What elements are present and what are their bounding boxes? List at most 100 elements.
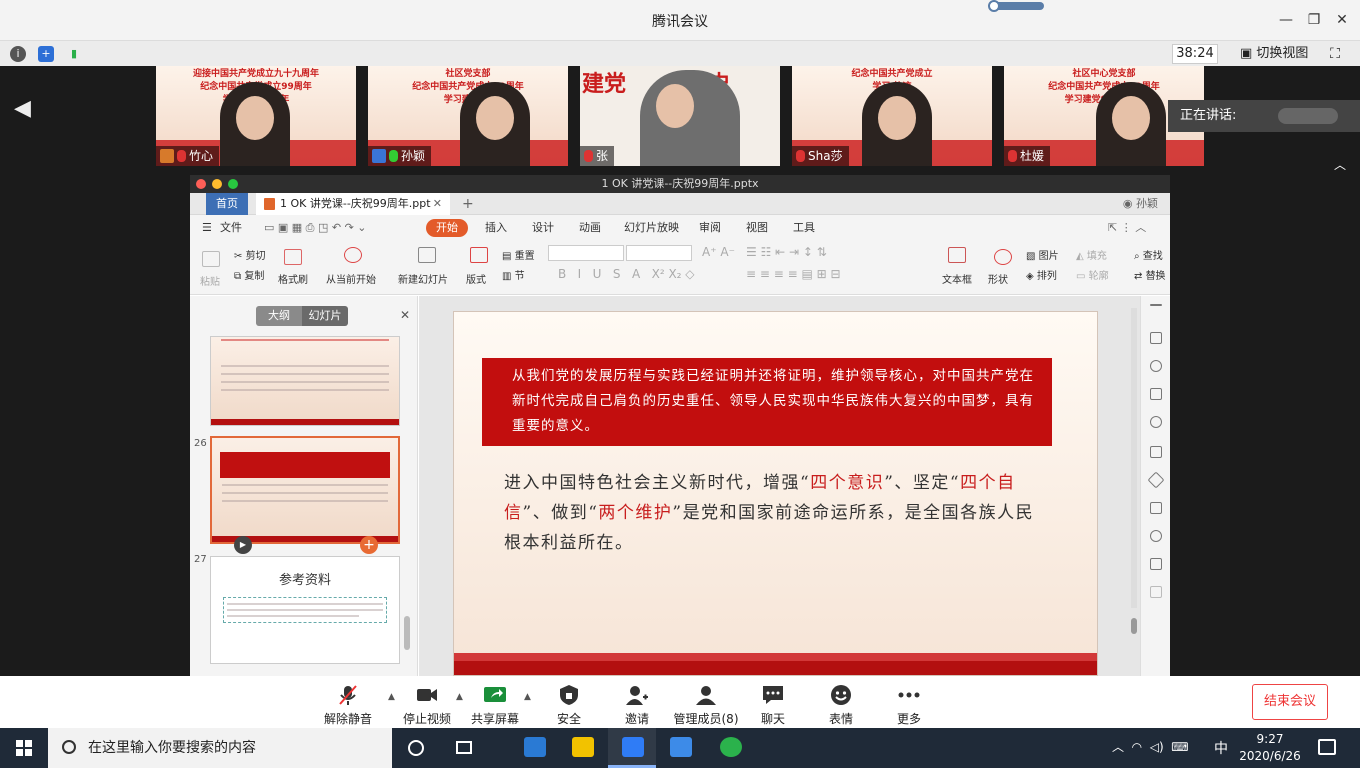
menu-icon[interactable]: ☰	[202, 219, 212, 237]
from-current-button[interactable]: 从当前开始	[326, 271, 376, 286]
replace-button[interactable]: ⇄ 替换	[1134, 267, 1166, 282]
arrange-button[interactable]: ◈ 排列	[1026, 267, 1057, 282]
textbox-button[interactable]: 文本框	[942, 271, 972, 286]
menu-review[interactable]: 审阅	[699, 219, 721, 237]
close-dot-icon[interactable]	[196, 179, 206, 189]
wps-user[interactable]: ◉ 孙颖	[1123, 193, 1158, 215]
panel-scrollbar[interactable]	[404, 616, 410, 650]
menu-insert[interactable]: 插入	[485, 219, 507, 237]
animation-icon[interactable]	[1150, 416, 1162, 428]
unmute-button[interactable]: 解除静音	[308, 684, 388, 727]
ime-indicator[interactable]: 中	[1214, 738, 1228, 758]
close-icon[interactable]: ✕	[1332, 10, 1352, 30]
align-icons[interactable]: ≡ ≡ ≡ ≡ ▤ ⊞ ⊟	[746, 267, 841, 281]
property-icon[interactable]	[1150, 332, 1162, 344]
star-icon[interactable]	[1147, 471, 1165, 489]
new-slide-button[interactable]: 新建幻灯片	[398, 271, 448, 286]
restore-icon[interactable]: ❐	[1304, 10, 1324, 30]
settings-icon[interactable]	[1150, 502, 1162, 514]
transition-icon[interactable]	[1150, 446, 1162, 458]
reset-button[interactable]: ▤ 重置	[502, 247, 535, 262]
tencent-meeting-app-icon[interactable]	[608, 728, 656, 768]
fullscreen-icon[interactable]: ⛶	[1326, 45, 1344, 63]
picture-button[interactable]: ▧ 图片	[1026, 247, 1059, 262]
invite-button[interactable]: 邀请	[597, 684, 677, 727]
menu-slideshow[interactable]: 幻灯片放映	[624, 219, 679, 237]
prev-page-icon[interactable]: ◀	[14, 96, 31, 121]
font-name-field[interactable]	[548, 245, 624, 261]
zoom-dot-icon[interactable]	[228, 179, 238, 189]
slide-thumbnail-26[interactable]	[210, 436, 400, 544]
shield-icon[interactable]: +	[38, 46, 54, 62]
history-icon[interactable]	[1150, 530, 1162, 542]
task-view-icon[interactable]	[440, 728, 488, 768]
windows-start-icon[interactable]	[0, 728, 48, 768]
end-meeting-button[interactable]: 结束会议	[1252, 684, 1328, 720]
participant-tile[interactable]: 建党历史 张	[580, 66, 780, 166]
file-explorer-icon[interactable]	[558, 728, 606, 768]
collapse-strip-icon[interactable]: ︿	[1334, 156, 1346, 173]
participant-tile[interactable]: 纪念中国共产党成立学习 轨迹 Sha莎	[792, 66, 992, 166]
slide-body-text[interactable]: 进入中国特色社会主义新时代，增强“四个意识”、坚定“四个自信”、做到“两个维护”…	[504, 468, 1044, 558]
menu-tools[interactable]: 工具	[793, 219, 815, 237]
layout-button[interactable]: 版式	[466, 271, 486, 286]
add-slide-icon[interactable]: +	[360, 536, 378, 554]
shape-button[interactable]: 形状	[988, 271, 1008, 286]
play-slide-icon[interactable]: ▶	[234, 536, 252, 554]
tray-icons[interactable]: ︿ ◠ ◁) ⌨	[1112, 738, 1189, 755]
minimize-icon[interactable]: —	[1276, 10, 1296, 30]
menu-view[interactable]: 视图	[746, 219, 768, 237]
signal-icon[interactable]: ▮	[66, 46, 82, 62]
switch-view-button[interactable]: ▣ 切换视图	[1234, 44, 1314, 64]
info-icon[interactable]: i	[10, 46, 26, 62]
share-screen-button[interactable]: 共享屏幕	[455, 684, 535, 727]
find-button[interactable]: ⌕ 查找	[1134, 247, 1163, 262]
menu-home[interactable]: 开始	[426, 219, 468, 237]
participant-tile[interactable]: 社区党支部纪念中国共产党成立99周年学习建党99 孙颖	[368, 66, 568, 166]
copy-button[interactable]: ⧉ 复制	[234, 267, 264, 282]
participant-tile[interactable]: 迎接中国共产党成立九十九周年纪念中国共产党成立99周年学习建党99周年 竹心	[156, 66, 356, 166]
object-icon[interactable]	[1150, 360, 1162, 372]
wps-app-icon[interactable]	[656, 728, 704, 768]
close-tab-icon[interactable]: ✕	[433, 193, 442, 215]
paste-icon[interactable]	[202, 251, 220, 267]
slide-red-textbox[interactable]: 从我们党的发展历程与实践已经证明并还将证明，维护领导核心，对中国共产党在新时代完…	[482, 358, 1052, 446]
slide-thumbnail-27[interactable]: 参考资料	[210, 556, 400, 664]
cube-icon[interactable]	[1150, 586, 1162, 598]
new-tab-icon[interactable]: +	[462, 193, 474, 215]
menu-animation[interactable]: 动画	[579, 219, 601, 237]
quick-access-icons[interactable]: ▭ ▣ ▦ ⎙ ◳ ↶ ↷ ⌄	[264, 219, 367, 237]
canvas-scrollbar[interactable]	[1131, 618, 1137, 634]
wechat-app-icon[interactable]	[706, 728, 754, 768]
font-grow-icons[interactable]: A⁺ A⁻	[702, 245, 735, 259]
more-button[interactable]: 更多	[869, 684, 949, 727]
paragraph-icons[interactable]: ☰ ☷ ⇤ ⇥ ↕ ⇅	[746, 245, 827, 259]
menu-lines-icon[interactable]	[1150, 304, 1162, 306]
fill-button[interactable]: ◭ 填充	[1076, 247, 1107, 262]
font-format-icons[interactable]: B I U S A X² X₂ ◇	[558, 267, 695, 281]
current-slide[interactable]: 从我们党的发展历程与实践已经证明并还将证明，维护领导核心，对中国共产党在新时代完…	[453, 311, 1098, 676]
font-size-field[interactable]	[626, 245, 692, 261]
minimize-dot-icon[interactable]	[212, 179, 222, 189]
paste-button[interactable]: 粘贴	[200, 273, 220, 288]
tab-outline[interactable]: 大纲	[256, 306, 302, 326]
section-button[interactable]: ▥ 节	[502, 267, 525, 282]
taskbar-search-input[interactable]: 在这里输入你要搜索的内容	[48, 728, 392, 768]
more-icons[interactable]: ⇱ ⋮ ︿	[1108, 219, 1146, 237]
mail-app-icon[interactable]	[510, 728, 558, 768]
tab-document[interactable]: 1 OK 讲党课--庆祝99周年.ppt ✕	[256, 193, 450, 215]
cortana-icon[interactable]	[392, 728, 440, 768]
close-panel-icon[interactable]: ✕	[400, 308, 410, 322]
menu-file[interactable]: 文件	[220, 219, 242, 237]
slider-knob[interactable]	[988, 0, 1000, 12]
format-painter-button[interactable]: 格式刷	[278, 271, 308, 286]
style-icon[interactable]	[1150, 388, 1162, 400]
tab-slides[interactable]: 幻灯片	[302, 306, 348, 326]
notification-icon[interactable]	[1318, 739, 1336, 755]
slide-thumbnail-25[interactable]	[210, 336, 400, 426]
taskbar-clock[interactable]: 9:27 2020/6/26	[1230, 731, 1310, 765]
outline-button[interactable]: ▭ 轮廓	[1076, 267, 1109, 282]
cut-button[interactable]: ✂ 剪切	[234, 247, 266, 262]
tab-home[interactable]: 首页	[206, 193, 248, 215]
image-icon[interactable]	[1150, 558, 1162, 570]
